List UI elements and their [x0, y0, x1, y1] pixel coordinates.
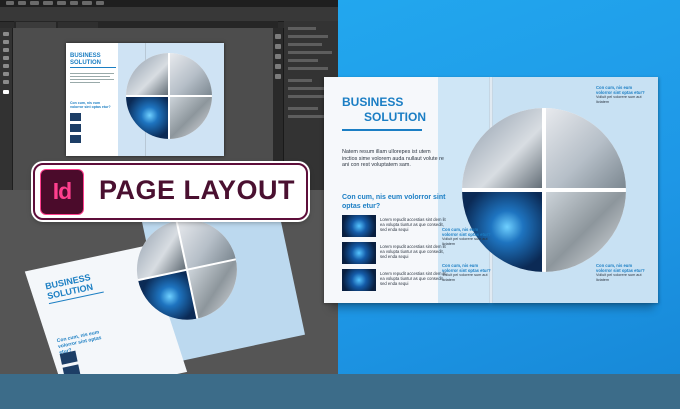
stroke-panel-icon[interactable]: [275, 64, 281, 69]
team-photo: [544, 190, 626, 272]
team-photo: [169, 96, 212, 139]
document-tabs[interactable]: [14, 21, 278, 28]
open-brochure-mockup: BUSINESS SOLUTION Natem resum illam ullo…: [324, 77, 658, 309]
brochure-title: BUSINESS SOLUTION: [342, 95, 426, 124]
brochure-intro-text: Natem resum illam ullorepes ist utem inc…: [342, 149, 444, 169]
spread-subheading: Con cum, nis eum volorror sint optas etu…: [70, 101, 111, 109]
fill-swatch-icon[interactable]: [3, 90, 9, 94]
direct-selection-tool-icon[interactable]: [3, 40, 9, 44]
tech-thumbnail: [342, 269, 376, 291]
tech-thumbnail: [342, 242, 376, 264]
meeting-photo: [462, 108, 544, 190]
document-spread[interactable]: BUSINESS SOLUTION Con cum, nis eum volorr…: [66, 43, 224, 156]
spread-body-text: [70, 73, 114, 85]
rectangle-tool-icon[interactable]: [3, 64, 9, 68]
swatches-panel-icon[interactable]: [275, 74, 281, 79]
brochure-list-item: Lorem repudit accestias sint dem lit ea …: [342, 215, 452, 237]
links-panel-icon[interactable]: [275, 54, 281, 59]
zoom-tool-icon[interactable]: [3, 80, 9, 84]
brochure-title-rule: [342, 129, 422, 131]
pen-tool-icon[interactable]: [3, 56, 9, 60]
selection-tool-icon[interactable]: [3, 32, 9, 36]
layers-panel-icon[interactable]: [275, 44, 281, 49]
spread-thumbnail: [70, 135, 81, 143]
meeting-photo: [126, 53, 169, 96]
cloud-tech-photo: [126, 96, 169, 139]
brochure-note: Con cum, nis eum volorror sint optas etu…: [442, 263, 491, 282]
spread-thumbnail: [70, 113, 81, 121]
spread-title-rule: [70, 67, 116, 68]
control-bar[interactable]: [0, 7, 338, 22]
brochure-list-item: Lorem repudit accestias sint dem lit ea …: [342, 269, 452, 291]
brochure-note: Con cum, nis eum volorror sint optas etu…: [596, 263, 645, 282]
book-photo-circle: [127, 210, 247, 330]
tools-panel[interactable]: [0, 28, 13, 190]
brochure-note: Con cum, nis eum volorror sint optas etu…: [596, 85, 645, 104]
spread-title: BUSINESS SOLUTION: [70, 53, 101, 66]
brochure-note: Con cum, nis eum volorror sint optas etu…: [442, 227, 491, 246]
tech-thumbnail: [342, 215, 376, 237]
pages-panel-icon[interactable]: [275, 34, 281, 39]
handshake-photo: [169, 53, 212, 96]
page-layout-badge: Id PAGE LAYOUT: [33, 163, 308, 220]
handshake-photo: [544, 108, 626, 190]
brochure-list-item: Lorem repudit accestias sint dem lit ea …: [342, 242, 452, 264]
brochure-photo-circle: [462, 108, 626, 272]
hand-tool-icon[interactable]: [3, 72, 9, 76]
spread-thumbnail: [70, 124, 81, 132]
type-tool-icon[interactable]: [3, 48, 9, 52]
spread-photo-circle: [126, 53, 212, 139]
indesign-workspace: BUSINESS SOLUTION Con cum, nis eum volorr…: [0, 0, 338, 190]
indesign-logo-icon: Id: [40, 169, 84, 215]
bottom-bar: [0, 374, 680, 409]
brochure-subheading: Con cum, nis eum volorror sint optas etu…: [342, 194, 446, 210]
menu-bar[interactable]: [0, 0, 338, 7]
badge-label: PAGE LAYOUT: [99, 175, 296, 205]
